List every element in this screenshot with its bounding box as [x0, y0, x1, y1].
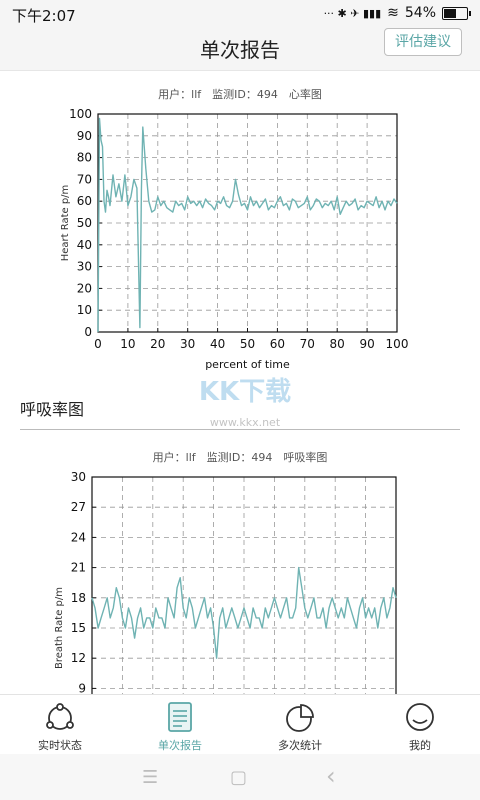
y-tick-label: 12	[71, 651, 86, 665]
nav-label: 我的	[409, 739, 431, 752]
y-tick-label: 80	[77, 151, 92, 165]
nav-label: 实时状态	[38, 739, 82, 752]
profile-icon	[406, 703, 434, 731]
y-tick-label: 9	[78, 681, 86, 694]
y-tick-label: 90	[77, 129, 92, 143]
watermark: KK下载 www.kkx.net	[185, 371, 305, 429]
system-nav-bar: ☰ ▢ ‹	[0, 754, 480, 800]
y-tick-label: 30	[77, 260, 92, 274]
title-bar: 单次报告 评估建议	[0, 28, 480, 71]
breath-rate-chart: 36912151821242730Breath Rate p/m	[54, 470, 397, 694]
nav-label: 多次统计	[278, 739, 322, 752]
x-tick-label: 50	[240, 337, 255, 351]
pie-chart-icon	[286, 704, 314, 732]
x-tick-label: 100	[386, 337, 409, 351]
x-tick-label: 70	[300, 337, 315, 351]
y-tick-label: 24	[71, 530, 86, 544]
breath-section-title: 呼吸率图	[20, 400, 85, 419]
nav-label: 单次报告	[158, 739, 202, 752]
x-axis-label: percent of time	[205, 358, 290, 371]
battery-fill	[444, 8, 456, 18]
y-tick-label: 100	[69, 107, 92, 121]
wifi-icon: ≋	[387, 5, 399, 21]
y-tick-label: 20	[77, 281, 92, 295]
y-axis-label: Heart Rate p/m	[60, 185, 71, 262]
y-tick-label: 70	[77, 172, 92, 186]
y-tick-label: 21	[71, 561, 86, 575]
x-tick-label: 60	[270, 337, 285, 351]
x-tick-label: 30	[180, 337, 195, 351]
nav-report[interactable]: 单次报告	[120, 695, 240, 755]
y-tick-label: 27	[71, 500, 86, 514]
watermark-logo: KK下载	[198, 377, 292, 407]
advice-button[interactable]: 评估建议	[384, 28, 462, 56]
realtime-icon	[46, 703, 74, 730]
y-tick-label: 15	[71, 621, 86, 635]
signal-icons: ··· ✱ ✈ ▮▮▮	[323, 6, 382, 20]
x-tick-label: 10	[120, 337, 135, 351]
section-divider	[20, 429, 460, 430]
y-tick-label: 30	[71, 470, 86, 484]
heart-rate-chart: 0 10 20 30 40 50 60 70 80 90 100 0 10 20 30 40 50 60 70 80 9…	[60, 107, 409, 371]
x-tick-label: 90	[359, 337, 374, 351]
y-tick-label: 40	[77, 238, 92, 252]
y-tick-label: 0	[84, 325, 92, 339]
status-bar: 下午2:07 ··· ✱ ✈ ▮▮▮ ≋ 54%	[0, 0, 480, 28]
watermark-url: www.kkx.net	[209, 416, 281, 429]
battery-icon	[442, 6, 471, 20]
y-tick-label: 18	[71, 591, 86, 605]
bottom-nav: 实时状态 单次报告 多次统计 我的	[0, 694, 480, 755]
home-key-icon[interactable]: ▢	[230, 767, 247, 788]
x-tick-label: 80	[330, 337, 345, 351]
x-tick-label: 40	[210, 337, 225, 351]
y-tick-label: 10	[77, 303, 92, 317]
y-tick-label: 60	[77, 194, 92, 208]
x-tick-label: 20	[150, 337, 165, 351]
report-icon	[168, 702, 192, 732]
nav-statistics[interactable]: 多次统计	[240, 695, 360, 755]
report-content[interactable]: 用户：llf 监测ID：494 心率图 0 10 20 30 40 50 60 70 80 90 1…	[0, 71, 480, 694]
x-tick-label: 0	[94, 337, 102, 351]
battery-percent: 54%	[404, 5, 436, 21]
menu-key-icon[interactable]: ☰	[142, 767, 158, 788]
nav-profile[interactable]: 我的	[360, 695, 480, 755]
status-icons: ··· ✱ ✈ ▮▮▮ ≋ 54%	[323, 5, 471, 21]
back-key-icon[interactable]: ‹	[326, 762, 336, 790]
status-time: 下午2:07	[12, 7, 76, 25]
y-tick-label: 50	[77, 216, 92, 230]
nav-realtime[interactable]: 实时状态	[0, 695, 120, 755]
y-axis-label: Breath Rate p/m	[54, 587, 65, 669]
